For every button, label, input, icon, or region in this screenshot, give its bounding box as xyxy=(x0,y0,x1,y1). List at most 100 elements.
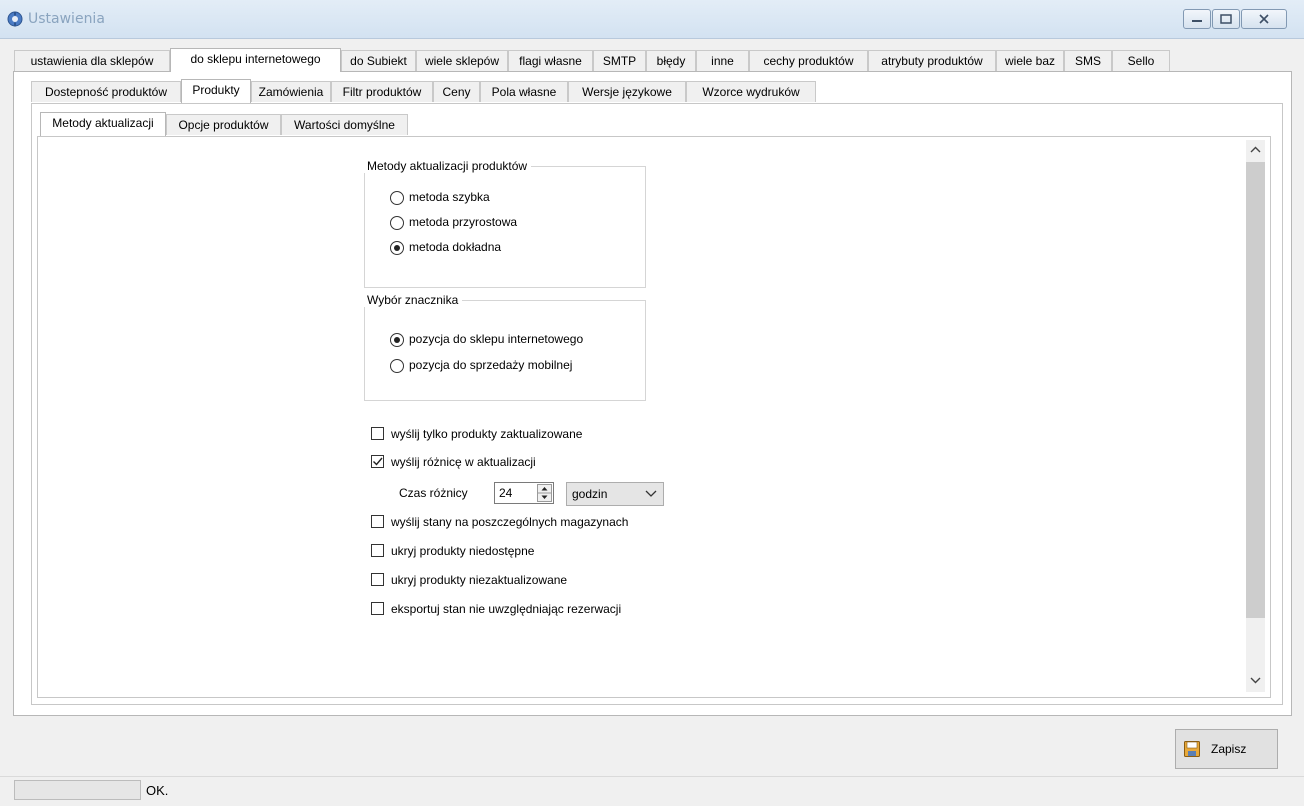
save-button[interactable]: Zapisz xyxy=(1175,729,1278,769)
tab-wiele-baz[interactable]: wiele baz xyxy=(996,50,1064,71)
tab-label: Pola własne xyxy=(491,85,557,99)
window-title: Ustawienia xyxy=(28,11,105,27)
tab-flagi-wlasne[interactable]: flagi własne xyxy=(508,50,593,71)
checkbox-send-difference[interactable]: wyślij różnicę w aktualizacji xyxy=(371,454,791,472)
tab-label: Metody aktualizacji xyxy=(52,116,154,130)
tab-ustawienia-dla-sklepow[interactable]: ustawienia dla sklepów xyxy=(14,50,170,71)
checkbox-box-checked xyxy=(371,455,384,468)
tab-label: do sklepu internetowego xyxy=(190,52,321,66)
radio-circle xyxy=(390,216,404,230)
checkbox-export-without-reservation[interactable]: eksportuj stan nie uwzględniając rezerwa… xyxy=(371,601,791,619)
radio-metoda-przyrostowa[interactable]: metoda przyrostowa xyxy=(390,214,670,232)
scroll-down-arrow-icon[interactable] xyxy=(1246,670,1265,690)
checkbox-only-updated[interactable]: wyślij tylko produkty zaktualizowane xyxy=(371,426,791,444)
tab-label: ustawienia dla sklepów xyxy=(30,54,154,68)
checkbox-hide-not-updated[interactable]: ukryj produkty niezaktualizowane xyxy=(371,572,791,590)
checkbox-box xyxy=(371,602,384,615)
status-text: OK. xyxy=(146,783,169,798)
tab-bledy[interactable]: błędy xyxy=(646,50,696,71)
tab-label: flagi własne xyxy=(519,54,582,68)
tab-wersje-jezykowe[interactable]: Wersje językowe xyxy=(568,81,686,102)
tab-smtp[interactable]: SMTP xyxy=(593,50,646,71)
settings-gear-icon xyxy=(7,11,23,27)
tab-pola-wlasne[interactable]: Pola własne xyxy=(480,81,568,102)
radio-label: metoda szybka xyxy=(409,190,490,204)
radio-metoda-dokladna[interactable]: metoda dokładna xyxy=(390,239,670,257)
checkbox-label: ukryj produkty niedostępne xyxy=(391,544,535,558)
title-bar xyxy=(0,0,1304,39)
tab-label: SMTP xyxy=(602,54,637,68)
radio-pozycja-sklep[interactable]: pozycja do sklepu internetowego xyxy=(390,331,670,349)
tab-inne[interactable]: inne xyxy=(696,50,749,71)
checkbox-label: eksportuj stan nie uwzględniając rezerwa… xyxy=(391,602,622,616)
unit-value: godzin xyxy=(572,487,608,501)
tab-label: Produkty xyxy=(192,83,240,97)
radio-label: pozycja do sklepu internetowego xyxy=(409,332,584,346)
tab-atrybuty-produktow[interactable]: atrybuty produktów xyxy=(868,50,996,71)
tab-label: Opcje produktów xyxy=(178,118,269,132)
radio-label: metoda przyrostowa xyxy=(409,215,518,229)
tab-label: Wersje językowe xyxy=(582,85,672,99)
tab-label: Wartości domyślne xyxy=(294,118,395,132)
diff-time-value: 24 xyxy=(499,486,513,500)
checkbox-label: ukryj produkty niezaktualizowane xyxy=(391,573,568,587)
tab-label: wiele sklepów xyxy=(424,54,500,68)
tab-sello[interactable]: Sello xyxy=(1112,50,1170,71)
close-button[interactable] xyxy=(1241,9,1287,29)
tab-cechy-produktow[interactable]: cechy produktów xyxy=(749,50,868,71)
radio-pozycja-mobilna[interactable]: pozycja do sprzedaży mobilnej xyxy=(390,357,670,375)
tab-filtr-produktow[interactable]: Filtr produktów xyxy=(331,81,433,102)
minimize-button[interactable] xyxy=(1183,9,1211,29)
tab-label: atrybuty produktów xyxy=(881,54,983,68)
tab-do-subiekt[interactable]: do Subiekt xyxy=(341,50,416,71)
tab-wzorce-wydrukow[interactable]: Wzorce wydruków xyxy=(686,81,816,102)
checkbox-box xyxy=(371,515,384,528)
scrollbar-thumb[interactable] xyxy=(1246,162,1265,618)
close-icon xyxy=(1259,14,1269,24)
checkbox-label: wyślij stany na poszczególnych magazynac… xyxy=(391,515,629,529)
tab-produkty[interactable]: Produkty xyxy=(181,79,251,103)
scroll-up-arrow-icon[interactable] xyxy=(1246,140,1265,160)
tab-label: cechy produktów xyxy=(763,54,854,68)
floppy-disk-icon xyxy=(1184,741,1200,757)
tab-label: Zamówienia xyxy=(258,85,324,99)
tab-do-sklepu-internetowego[interactable]: do sklepu internetowego xyxy=(170,48,341,72)
checkbox-box xyxy=(371,544,384,557)
diff-time-input[interactable]: 24 xyxy=(494,482,554,504)
tab-opcje-produktow[interactable]: Opcje produktów xyxy=(166,114,281,135)
save-label: Zapisz xyxy=(1211,742,1247,756)
tab-ceny[interactable]: Ceny xyxy=(433,81,480,102)
tab-label: SMS xyxy=(1074,54,1101,68)
tab-sms[interactable]: SMS xyxy=(1064,50,1112,71)
checkbox-warehouse-stock[interactable]: wyślij stany na poszczególnych magazynac… xyxy=(371,514,791,532)
tab-label: Sello xyxy=(1127,54,1155,68)
progress-bar xyxy=(14,780,141,800)
radio-label: pozycja do sprzedaży mobilnej xyxy=(409,358,573,372)
checkbox-hide-unavailable[interactable]: ukryj produkty niedostępne xyxy=(371,543,791,561)
radio-metoda-szybka[interactable]: metoda szybka xyxy=(390,189,670,207)
diff-time-unit-select[interactable]: godzin xyxy=(566,482,664,506)
radio-label: metoda dokładna xyxy=(409,240,502,254)
status-bar xyxy=(0,776,1304,806)
tab-metody-aktualizacji[interactable]: Metody aktualizacji xyxy=(40,112,166,136)
spinner-arrows-icon[interactable] xyxy=(537,484,552,502)
radio-circle-checked xyxy=(390,333,404,347)
checkbox-box xyxy=(371,573,384,586)
group-title: Wybór znacznika xyxy=(364,293,463,307)
maximize-icon xyxy=(1220,14,1232,24)
tab-wartosci-domyslne[interactable]: Wartości domyślne xyxy=(281,114,408,135)
tab-label: wiele baz xyxy=(1004,54,1056,68)
tab-label: Filtr produktów xyxy=(342,85,422,99)
tab-label: Dostepność produktów xyxy=(44,85,168,99)
tab-wiele-sklepow[interactable]: wiele sklepów xyxy=(416,50,508,71)
maximize-button[interactable] xyxy=(1212,9,1240,29)
marker-choice-group: Wybór znacznika pozycja do sklepu intern… xyxy=(364,293,646,401)
tab-label: inne xyxy=(711,54,734,68)
radio-circle xyxy=(390,359,404,373)
checkmark-icon xyxy=(373,457,383,466)
group-title: Metody aktualizacji produktów xyxy=(364,159,532,173)
tab-dostepnosc-produktow[interactable]: Dostepność produktów xyxy=(31,81,181,102)
radio-circle xyxy=(390,191,404,205)
tab-zamowienia[interactable]: Zamówienia xyxy=(251,81,331,102)
checkbox-label: wyślij tylko produkty zaktualizowane xyxy=(391,427,583,441)
